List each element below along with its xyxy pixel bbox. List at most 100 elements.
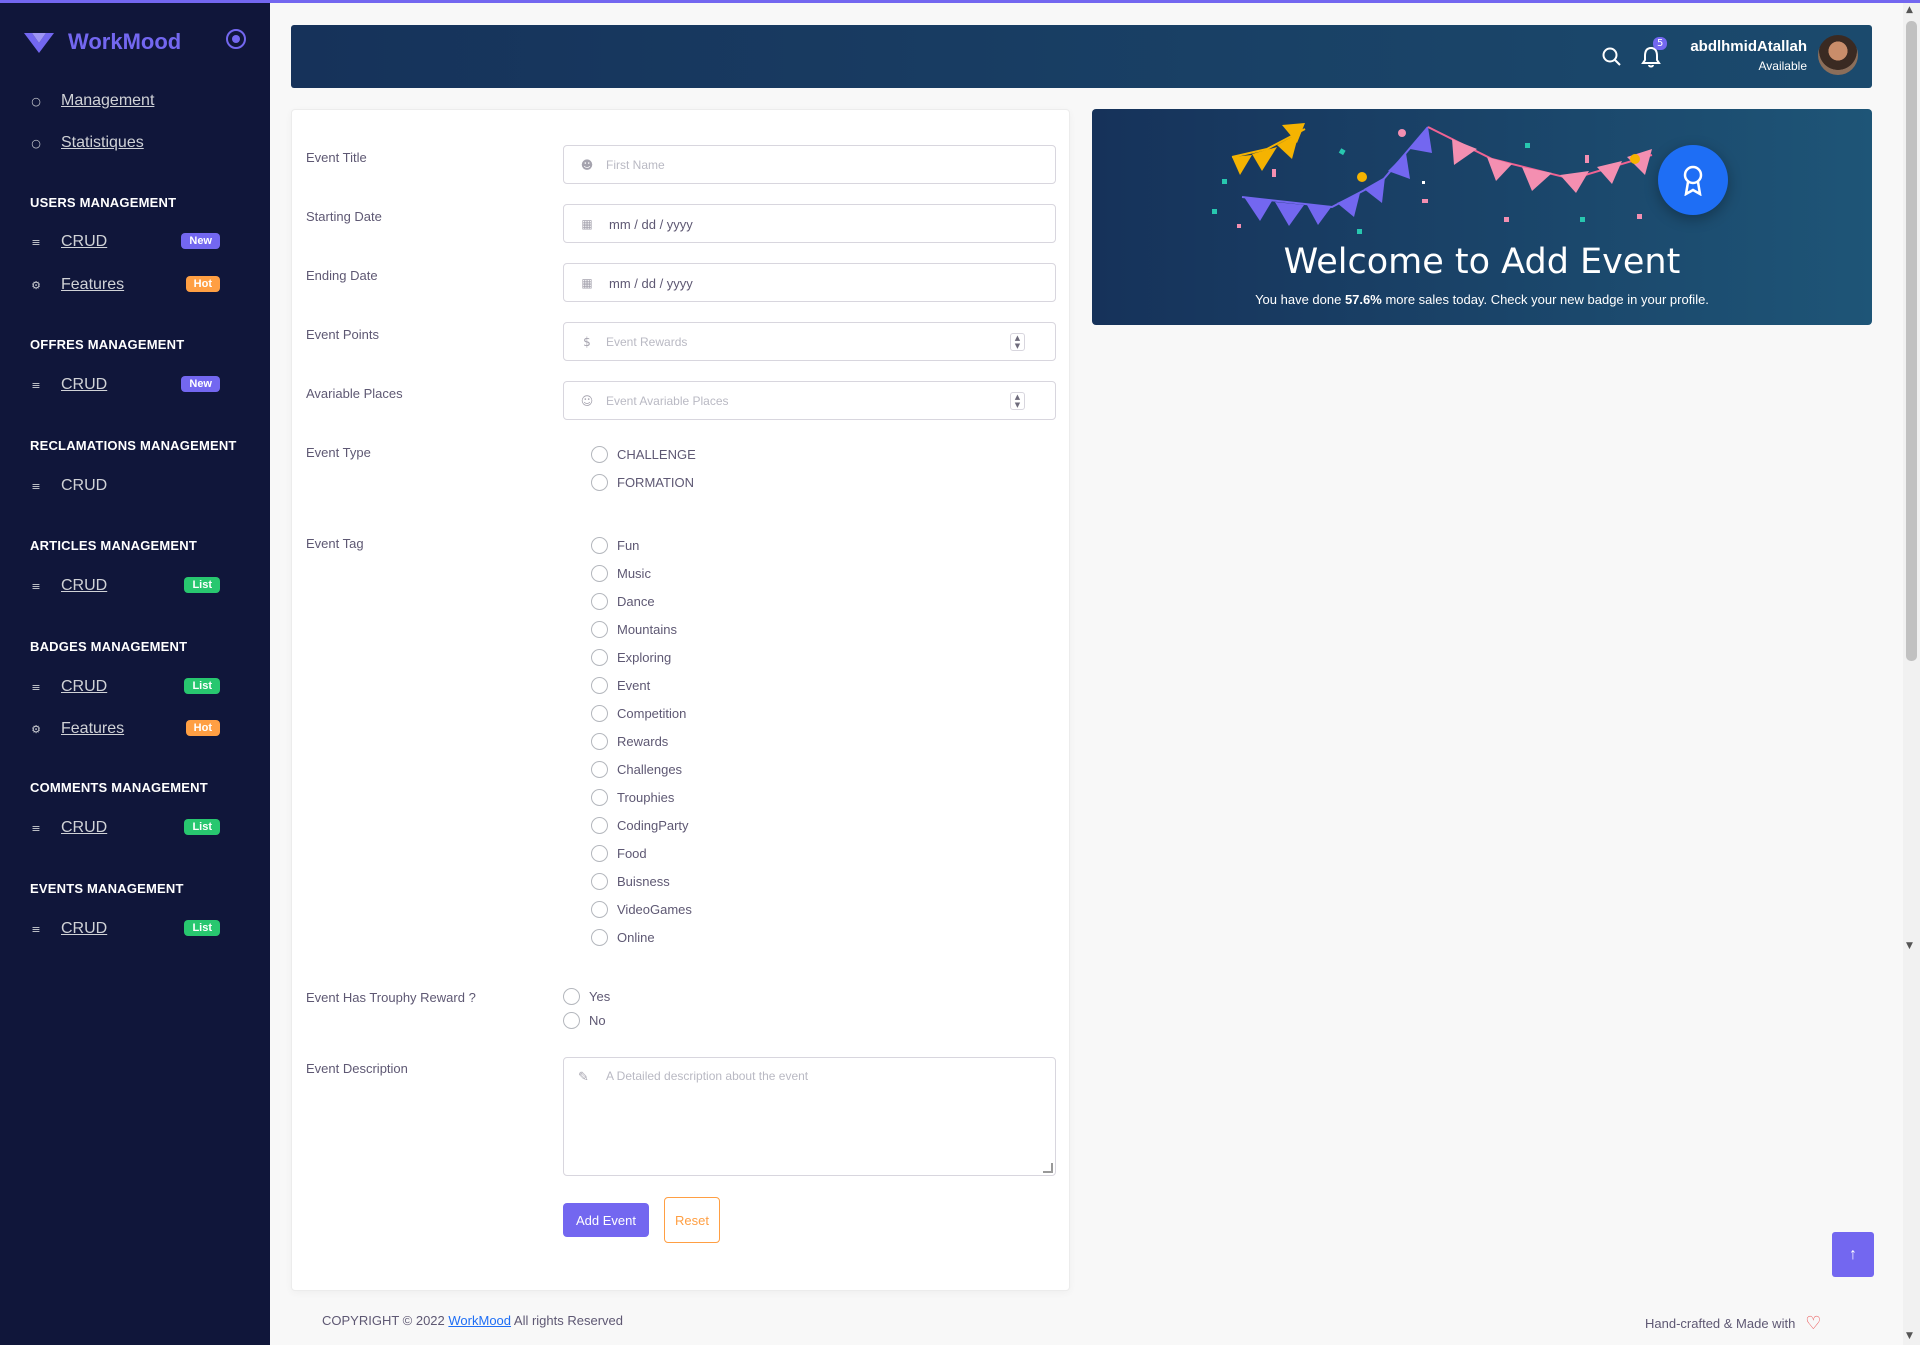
sidebar-item-comments-management-crud[interactable]: ≡ CRUD List	[30, 814, 220, 842]
avatar[interactable]	[1818, 35, 1858, 75]
sidebar-item-label: CRUD	[61, 920, 108, 937]
radio-circle[interactable]	[591, 649, 608, 666]
event-type-radio-challenge[interactable]: CHALLENGE	[591, 446, 696, 463]
user-name[interactable]: abdlhmidAtallah	[1690, 38, 1807, 55]
copyright-suffix: All rights Reserved	[511, 1313, 624, 1328]
resize-handle-icon[interactable]	[1043, 1163, 1053, 1173]
radio-circle[interactable]	[591, 817, 608, 834]
radio-circle[interactable]	[591, 677, 608, 694]
event-tag-radio-dance[interactable]: Dance	[591, 593, 655, 610]
radio-label: Challenges	[617, 762, 683, 777]
event-tag-radio-exploring[interactable]: Exploring	[591, 649, 671, 666]
event-type-radio-formation[interactable]: FORMATION	[591, 474, 694, 491]
sidebar-item-label: Features	[61, 720, 125, 737]
radio-circle[interactable]	[591, 845, 608, 862]
trophy-reward-radio-no[interactable]: No	[563, 1012, 606, 1029]
radio-circle[interactable]	[591, 733, 608, 750]
search-icon[interactable]	[1601, 46, 1623, 68]
radio-circle[interactable]	[591, 537, 608, 554]
reset-button[interactable]: Reset	[664, 1197, 720, 1243]
ending-date-label: Ending Date	[306, 268, 378, 283]
sidebar-item-label: CRUD	[61, 678, 108, 695]
event-tag-radio-challenges[interactable]: Challenges	[591, 761, 682, 778]
radio-circle[interactable]	[591, 446, 608, 463]
sidebar-item-users-management-features[interactable]: ⚙ Features Hot	[30, 271, 220, 299]
welcome-title: Welcome to Add Event	[1283, 242, 1681, 282]
list-icon: ≡	[31, 821, 41, 835]
event-tag-radio-codingparty[interactable]: CodingParty	[591, 817, 689, 834]
sidebar-item-badges-management-features[interactable]: ⚙ Features Hot	[30, 715, 220, 743]
radio-circle[interactable]	[563, 1012, 580, 1029]
welcome-card: Welcome to Add Event You have done 57.6%…	[1092, 109, 1872, 325]
add-event-button[interactable]: Add Event	[563, 1203, 649, 1237]
section-title-events-management: EVENTS MANAGEMENT	[30, 881, 184, 896]
sidebar-item-label: Management	[61, 92, 155, 109]
event-description-textarea[interactable]: ✎ A Detailed description about the event	[563, 1057, 1056, 1176]
radio-circle[interactable]	[563, 988, 580, 1005]
available-places-input[interactable]: ☺ Event Avariable Places ▲ ▼	[563, 381, 1056, 420]
users-icon: ☺	[580, 394, 594, 408]
radio-label: Mountains	[617, 622, 677, 637]
scrollbar-thumb[interactable]	[1906, 21, 1917, 661]
welcome-sub-prefix: You have done	[1255, 292, 1345, 307]
number-spinner-icon[interactable]: ▲ ▼	[1010, 392, 1025, 410]
radio-label: Exploring	[617, 650, 672, 665]
radio-circle[interactable]	[591, 621, 608, 638]
radio-circle[interactable]	[591, 593, 608, 610]
sidebar-toggle-icon[interactable]	[226, 29, 246, 49]
scroll-to-top-button[interactable]: ↑	[1832, 1232, 1874, 1277]
heart-icon: ♡	[1805, 1313, 1822, 1333]
radio-circle[interactable]	[591, 789, 608, 806]
radio-label: Trouphies	[617, 790, 675, 805]
copyright-prefix: COPYRIGHT © 2022	[322, 1313, 449, 1328]
sidebar-item-management[interactable]: ○ Management	[30, 87, 220, 115]
radio-label: Food	[617, 846, 647, 861]
page-scrollbar[interactable]: ▲ ▼ ▼	[1903, 3, 1920, 1345]
scroll-bottom-arrow-icon[interactable]: ▼	[1906, 1331, 1913, 1341]
radio-circle[interactable]	[591, 474, 608, 491]
sidebar-item-offres-management-crud[interactable]: ≡ CRUD New	[30, 371, 220, 399]
radio-circle[interactable]	[591, 761, 608, 778]
ending-date-input[interactable]: ▦ mm / dd / yyyy	[563, 263, 1056, 302]
sidebar-item-reclamations-management-crud[interactable]: ≡ CRUD	[30, 472, 220, 500]
event-tag-radio-trouphies[interactable]: Trouphies	[591, 789, 674, 806]
radio-circle[interactable]	[591, 929, 608, 946]
event-tag-radio-music[interactable]: Music	[591, 565, 651, 582]
user-icon: ☻	[580, 158, 594, 172]
radio-label: Event	[617, 678, 651, 693]
event-tag-radio-food[interactable]: Food	[591, 845, 647, 862]
footer-brand-link[interactable]: WorkMood	[448, 1313, 511, 1328]
number-spinner-icon[interactable]: ▲ ▼	[1010, 333, 1025, 351]
gear-icon: ⚙	[31, 722, 41, 736]
event-tag-radio-event[interactable]: Event	[591, 677, 650, 694]
starting-date-input[interactable]: ▦ mm / dd / yyyy	[563, 204, 1056, 243]
radio-circle[interactable]	[591, 901, 608, 918]
sidebar-item-badges-management-crud[interactable]: ≡ CRUD List	[30, 673, 220, 701]
trophy-reward-radio-yes[interactable]: Yes	[563, 988, 610, 1005]
sidebar-item-events-management-crud[interactable]: ≡ CRUD List	[30, 915, 220, 943]
welcome-subtitle: You have done 57.6% more sales today. Ch…	[1092, 292, 1872, 307]
event-tag-radio-online[interactable]: Online	[591, 929, 655, 946]
sidebar-item-users-management-crud[interactable]: ≡ CRUD New	[30, 228, 220, 256]
sidebar-item-articles-management-crud[interactable]: ≡ CRUD List	[30, 572, 220, 600]
event-tag-radio-buisness[interactable]: Buisness	[591, 873, 670, 890]
brand[interactable]: WorkMood	[22, 29, 181, 55]
event-tag-radio-mountains[interactable]: Mountains	[591, 621, 677, 638]
event-points-input[interactable]: $ Event Rewards ▲ ▼	[563, 322, 1056, 361]
event-tag-radio-rewards[interactable]: Rewards	[591, 733, 668, 750]
radio-label: CHALLENGE	[617, 447, 696, 462]
radio-circle[interactable]	[591, 873, 608, 890]
radio-circle[interactable]	[591, 705, 608, 722]
event-title-input[interactable]: ☻ First Name	[563, 145, 1056, 184]
event-points-label: Event Points	[306, 327, 379, 342]
event-tag-radio-competition[interactable]: Competition	[591, 705, 686, 722]
sidebar-item-statistiques[interactable]: ○ Statistiques	[30, 129, 220, 157]
event-tag-radio-fun[interactable]: Fun	[591, 537, 639, 554]
sidebar-item-label: CRUD	[61, 233, 108, 250]
scroll-up-arrow-icon[interactable]: ▲	[1906, 5, 1913, 15]
radio-label: Rewards	[617, 734, 669, 749]
radio-circle[interactable]	[591, 565, 608, 582]
event-tag-radio-videogames[interactable]: VideoGames	[591, 901, 692, 918]
scroll-down-arrow-icon[interactable]: ▼	[1906, 941, 1913, 951]
radio-label: Buisness	[617, 874, 670, 889]
